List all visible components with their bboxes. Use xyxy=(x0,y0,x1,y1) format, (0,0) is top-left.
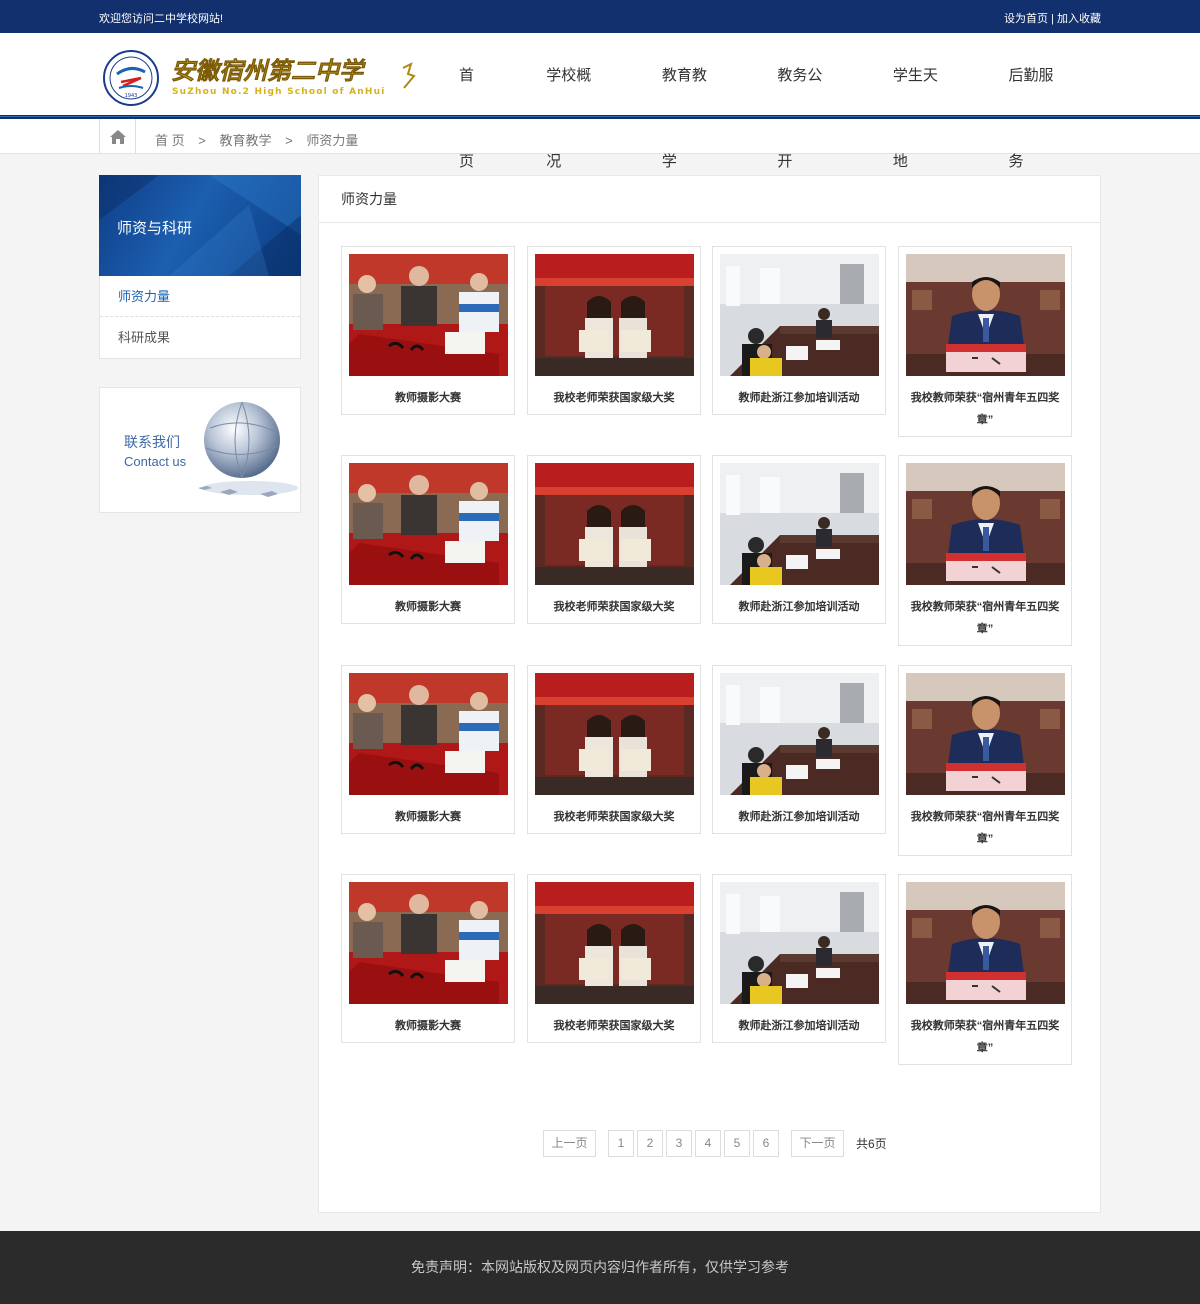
sidebar-item-research[interactable]: 科研成果 xyxy=(100,317,300,358)
photo-caption[interactable]: 我校教师荣获“宿州青年五四奖章” xyxy=(905,1015,1065,1059)
add-favorite-link[interactable]: 加入收藏 xyxy=(1057,13,1101,25)
photo-thumbnail[interactable] xyxy=(349,254,508,376)
nav-home[interactable]: 首页 xyxy=(436,33,510,170)
photo-caption[interactable]: 教师摄影大赛 xyxy=(348,387,508,409)
photo-thumbnail[interactable] xyxy=(720,463,879,585)
sidebar-item-faculty[interactable]: 师资力量 xyxy=(100,276,300,317)
page-button-6[interactable]: 6 xyxy=(753,1130,779,1157)
total-pages: 共6页 xyxy=(856,1137,887,1151)
photo-caption[interactable]: 我校老师荣获国家级大奖 xyxy=(534,387,694,409)
footer-disclaimer: 免责声明：本网站版权及网页内容归作者所有，仅供学习参考 xyxy=(411,1259,789,1275)
photo-thumbnail[interactable] xyxy=(535,463,694,585)
page-title: 师资力量 xyxy=(319,176,1100,223)
sidebar-title: 师资与科研 xyxy=(117,220,193,237)
sidebar-header: 师资与科研 xyxy=(99,175,301,276)
photo-thumbnail[interactable] xyxy=(906,882,1065,1004)
photo-card[interactable]: 我校老师荣获国家级大奖 xyxy=(527,455,701,624)
contact-us-banner[interactable]: 联系我们 Contact us xyxy=(99,387,301,513)
photo-card[interactable]: 我校教师荣获“宿州青年五四奖章” xyxy=(898,665,1072,856)
page-button-2[interactable]: 2 xyxy=(637,1130,663,1157)
next-page-button[interactable]: 下一页 xyxy=(791,1130,844,1157)
svg-text:SuZhou No.2 High School of AnH: SuZhou No.2 High School of AnHui xyxy=(172,87,386,97)
photo-card[interactable]: 教师摄影大赛 xyxy=(341,665,515,834)
photo-thumbnail[interactable] xyxy=(349,882,508,1004)
nav-logistics[interactable]: 后勤服务 xyxy=(985,33,1088,170)
photo-caption[interactable]: 教师赴浙江参加培训活动 xyxy=(719,387,879,409)
photo-card[interactable]: 我校老师荣获国家级大奖 xyxy=(527,665,701,834)
nav-school-overview[interactable]: 学校概况 xyxy=(523,33,626,170)
svg-text:1943: 1943 xyxy=(125,93,138,99)
photo-card[interactable]: 教师摄影大赛 xyxy=(341,455,515,624)
contact-title-en: Contact us xyxy=(124,454,187,469)
photo-thumbnail[interactable] xyxy=(720,673,879,795)
breadcrumb-education[interactable]: 教育教学 xyxy=(219,133,271,148)
top-links: 设为首页 | 加入收藏 xyxy=(1004,10,1101,26)
photo-thumbnail[interactable] xyxy=(906,463,1065,585)
link-divider: | xyxy=(1051,13,1054,25)
welcome-text: 欢迎您访问二中学校网站! xyxy=(99,13,224,25)
photo-card[interactable]: 教师赴浙江参加培训活动 xyxy=(712,665,886,834)
photo-thumbnail[interactable] xyxy=(720,254,879,376)
photo-thumbnail[interactable] xyxy=(906,254,1065,376)
page-button-4[interactable]: 4 xyxy=(695,1130,721,1157)
photo-thumbnail[interactable] xyxy=(535,882,694,1004)
photo-card[interactable]: 我校教师荣获“宿州青年五四奖章” xyxy=(898,874,1072,1065)
contact-title-cn: 联系我们 xyxy=(124,434,180,450)
breadcrumb-current: 师资力量 xyxy=(306,133,359,148)
top-bar: 欢迎您访问二中学校网站! 设为首页 | 加入收藏 xyxy=(0,0,1200,33)
main-content: 师资力量 教师摄影大赛 我校老师荣获国家级大奖 教师赴浙江参加培训活动 我校教师荣获“… xyxy=(318,175,1101,1213)
breadcrumb-separator: > xyxy=(198,133,206,148)
photo-thumbnail[interactable] xyxy=(535,254,694,376)
photo-thumbnail[interactable] xyxy=(349,463,508,585)
page-button-1[interactable]: 1 xyxy=(608,1130,634,1157)
breadcrumb: 首 页 > 教育教学 > 师资力量 xyxy=(155,130,358,149)
photo-caption[interactable]: 我校老师荣获国家级大奖 xyxy=(534,596,694,618)
photo-card[interactable]: 教师赴浙江参加培训活动 xyxy=(712,874,886,1043)
footer: 免责声明：本网站版权及网页内容归作者所有，仅供学习参考 xyxy=(0,1231,1200,1304)
site-header: 1943 安徽宿州第二中学 SuZhou No.2 High School of… xyxy=(0,33,1200,170)
photo-card[interactable]: 我校老师荣获国家级大奖 xyxy=(527,246,701,415)
page-button-5[interactable]: 5 xyxy=(724,1130,750,1157)
photo-card[interactable]: 教师摄影大赛 xyxy=(341,874,515,1043)
nav-students[interactable]: 学生天地 xyxy=(870,33,973,170)
home-icon[interactable] xyxy=(99,119,136,154)
svg-text:安徽宿州第二中学: 安徽宿州第二中学 xyxy=(171,56,366,85)
photo-caption[interactable]: 教师摄影大赛 xyxy=(348,1015,508,1037)
set-home-link[interactable]: 设为首页 xyxy=(1004,13,1048,25)
breadcrumb-home[interactable]: 首 页 xyxy=(155,133,185,148)
school-logo[interactable]: 1943 安徽宿州第二中学 SuZhou No.2 High School of… xyxy=(103,50,425,108)
photo-card[interactable]: 教师赴浙江参加培训活动 xyxy=(712,455,886,624)
sidebar-menu: 师资力量 科研成果 xyxy=(99,276,301,359)
photo-card[interactable]: 我校教师荣获“宿州青年五四奖章” xyxy=(898,455,1072,646)
photo-thumbnail[interactable] xyxy=(906,673,1065,795)
main-nav: 首页 学校概况 教育教学 教务公开 学生天地 后勤服务 xyxy=(436,33,1101,170)
photo-caption[interactable]: 教师赴浙江参加培训活动 xyxy=(719,1015,879,1037)
photo-caption[interactable]: 我校老师荣获国家级大奖 xyxy=(534,1015,694,1037)
nav-affairs[interactable]: 教务公开 xyxy=(754,33,857,170)
photo-caption[interactable]: 我校教师荣获“宿州青年五四奖章” xyxy=(905,387,1065,431)
photo-card[interactable]: 教师摄影大赛 xyxy=(341,246,515,415)
photo-thumbnail[interactable] xyxy=(349,673,508,795)
photo-caption[interactable]: 我校教师荣获“宿州青年五四奖章” xyxy=(905,806,1065,850)
photo-caption[interactable]: 教师摄影大赛 xyxy=(348,806,508,828)
photo-caption[interactable]: 教师赴浙江参加培训活动 xyxy=(719,596,879,618)
photo-caption[interactable]: 我校老师荣获国家级大奖 xyxy=(534,806,694,828)
pagination: 上一页 1 2 3 4 5 6 下一页 共6页 xyxy=(543,1130,887,1157)
photo-card[interactable]: 我校教师荣获“宿州青年五四奖章” xyxy=(898,246,1072,437)
page-button-3[interactable]: 3 xyxy=(666,1130,692,1157)
sidebar: 师资与科研 师资力量 科研成果 联系我们 Contact us xyxy=(99,175,301,513)
photo-caption[interactable]: 我校教师荣获“宿州青年五四奖章” xyxy=(905,596,1065,640)
breadcrumb-bar: 首 页 > 教育教学 > 师资力量 xyxy=(0,119,1200,154)
photo-caption[interactable]: 教师赴浙江参加培训活动 xyxy=(719,806,879,828)
photo-thumbnail[interactable] xyxy=(535,673,694,795)
breadcrumb-separator: > xyxy=(285,133,293,148)
nav-education[interactable]: 教育教学 xyxy=(639,33,742,170)
photo-card[interactable]: 我校老师荣获国家级大奖 xyxy=(527,874,701,1043)
prev-page-button[interactable]: 上一页 xyxy=(543,1130,596,1157)
photo-caption[interactable]: 教师摄影大赛 xyxy=(348,596,508,618)
photo-card[interactable]: 教师赴浙江参加培训活动 xyxy=(712,246,886,415)
photo-thumbnail[interactable] xyxy=(720,882,879,1004)
